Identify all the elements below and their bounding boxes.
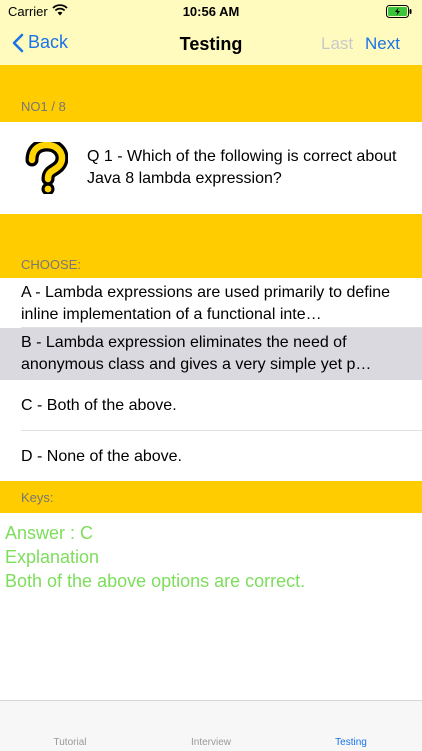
choose-section: CHOOSE: bbox=[0, 214, 422, 278]
answer-line: Answer : C bbox=[5, 523, 94, 543]
navigation-bar: Back Testing Last Next bbox=[0, 24, 422, 65]
tab-tutorial[interactable]: Tutorial bbox=[20, 737, 120, 748]
answer-area: Answer : C Explanation Both of the above… bbox=[5, 521, 305, 593]
option-a-text: A - Lambda expressions are used primaril… bbox=[21, 284, 391, 323]
explanation-heading: Explanation bbox=[5, 547, 100, 567]
battery-icon bbox=[386, 5, 412, 23]
clock: 10:56 AM bbox=[182, 4, 240, 19]
option-a[interactable]: A - Lambda expressions are used primaril… bbox=[0, 278, 422, 328]
keys-label: Keys: bbox=[21, 490, 54, 505]
keys-section: Keys: bbox=[0, 481, 422, 513]
question-mark-icon bbox=[24, 138, 69, 199]
question-row: Q 1 - Which of the following is correct … bbox=[0, 122, 422, 214]
question-text: Q 1 - Which of the following is correct … bbox=[87, 148, 397, 187]
status-bar: Carrier 10:56 AM bbox=[0, 0, 422, 24]
option-c[interactable]: C - Both of the above. bbox=[0, 380, 422, 431]
page-title: Testing bbox=[179, 34, 243, 54]
explanation-text: Both of the above options are correct. bbox=[5, 571, 306, 591]
option-b[interactable]: B - Lambda expression eliminates the nee… bbox=[0, 328, 422, 380]
option-c-text: C - Both of the above. bbox=[21, 397, 177, 414]
tab-bar: Tutorial Interview Testing bbox=[0, 700, 422, 751]
next-button[interactable]: Next bbox=[365, 34, 400, 54]
tab-testing[interactable]: Testing bbox=[301, 737, 401, 748]
option-d[interactable]: D - None of the above. bbox=[0, 431, 422, 481]
last-button[interactable]: Last bbox=[321, 34, 353, 54]
progress-label: NO1 / 8 bbox=[21, 99, 66, 114]
progress-section: NO1 / 8 bbox=[0, 65, 422, 122]
option-d-text: D - None of the above. bbox=[21, 448, 182, 465]
choose-label: CHOOSE: bbox=[21, 257, 81, 272]
tab-interview[interactable]: Interview bbox=[161, 737, 261, 748]
option-b-text: B - Lambda expression eliminates the nee… bbox=[21, 334, 372, 373]
